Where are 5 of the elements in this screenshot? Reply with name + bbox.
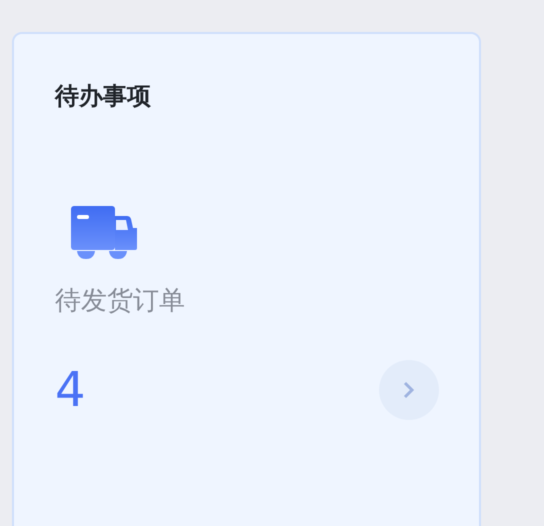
card-title: 待办事项 [55, 81, 152, 112]
item-count: 4 [55, 361, 86, 420]
chevron-right-icon [403, 381, 415, 399]
item-label: 待发货订单 [55, 285, 186, 318]
truck-icon [71, 204, 137, 262]
